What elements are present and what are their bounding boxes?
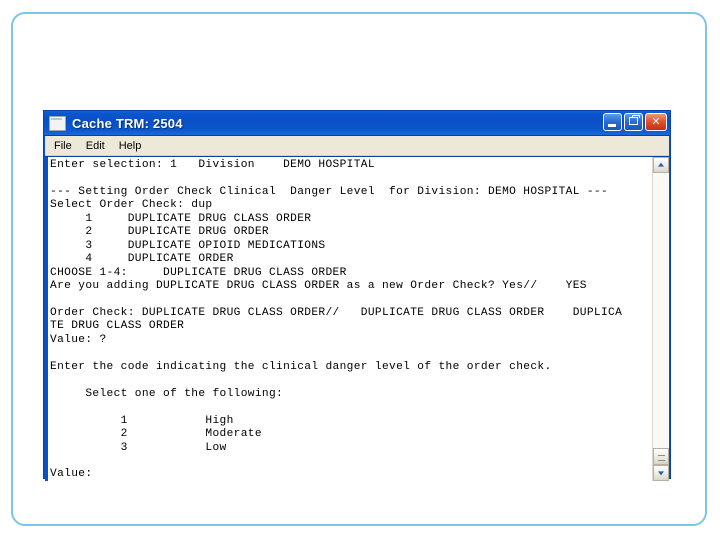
restore-button[interactable] (624, 113, 643, 131)
restore-icon (629, 115, 640, 125)
menu-item-help[interactable]: Help (119, 139, 150, 153)
close-button[interactable]: ✕ (645, 113, 667, 131)
window-menubar: File Edit Help (45, 136, 669, 156)
terminal-window-icon (49, 115, 66, 131)
scrollbar-thumb[interactable] (653, 448, 669, 465)
menu-item-edit[interactable]: Edit (86, 139, 113, 153)
minimize-button[interactable] (603, 113, 622, 131)
scrollbar-track[interactable] (653, 173, 669, 465)
menu-item-file[interactable]: File (54, 139, 80, 153)
scrollbar-down-button[interactable] (653, 465, 669, 481)
close-icon: ✕ (651, 115, 661, 128)
cache-terminal-window: Cache TRM: 2504 ✕ File Edit Help Enter s… (43, 110, 671, 481)
terminal-scrollbar[interactable] (652, 157, 669, 481)
terminal-screen[interactable]: Enter selection: 1 Division DEMO HOSPITA… (48, 157, 652, 481)
scrollbar-up-button[interactable] (653, 157, 669, 173)
terminal-text: Enter selection: 1 Division DEMO HOSPITA… (50, 159, 623, 481)
window-titlebar[interactable]: Cache TRM: 2504 ✕ (44, 111, 670, 136)
slide-canvas: Cache TRM: 2504 ✕ File Edit Help Enter s… (0, 0, 720, 540)
minimize-icon (608, 124, 616, 127)
chevron-up-icon (658, 162, 664, 167)
window-title: Cache TRM: 2504 (72, 115, 183, 131)
terminal-area: Enter selection: 1 Division DEMO HOSPITA… (45, 156, 669, 481)
chevron-down-icon (658, 471, 664, 476)
window-controls: ✕ (603, 113, 667, 131)
